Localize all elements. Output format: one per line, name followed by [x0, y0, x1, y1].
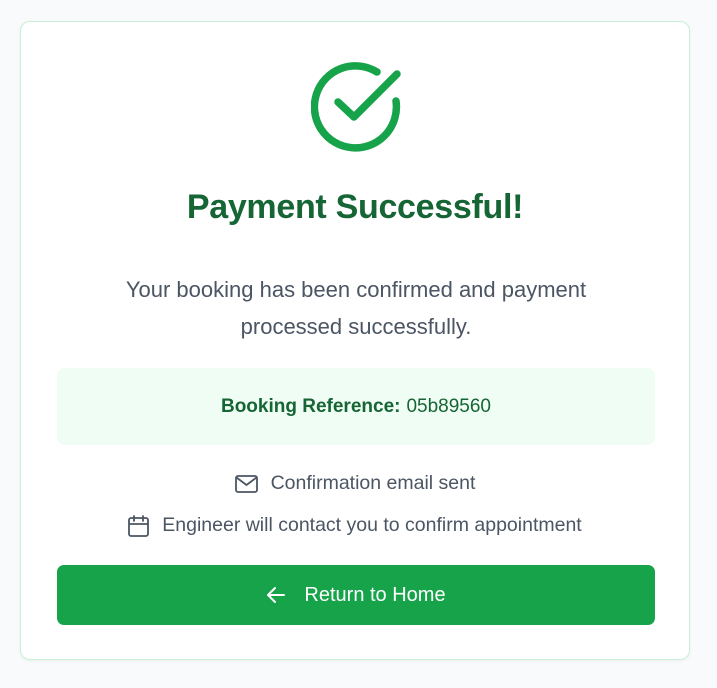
return-home-button[interactable]: Return to Home — [57, 565, 655, 625]
mail-icon — [234, 474, 258, 493]
calendar-icon — [128, 514, 150, 537]
confirmation-card: Payment Successful! Your booking has bee… — [20, 21, 690, 660]
engineer-contact-row: Engineer will contact you to confirm app… — [21, 514, 689, 537]
page-title: Payment Successful! — [186, 188, 524, 226]
booking-reference-box: Booking Reference: 05b89560 — [57, 368, 655, 445]
success-message: Your booking has been confirmed and paym… — [125, 277, 587, 339]
booking-reference-value: 05b89560 — [406, 395, 492, 417]
email-sent-row: Confirmation email sent — [21, 472, 689, 495]
booking-reference-label: Booking Reference: — [220, 395, 401, 417]
email-sent-text: Confirmation email sent — [270, 472, 476, 494]
return-home-label: Return to Home — [304, 583, 446, 606]
engineer-contact-text: Engineer will contact you to confirm app… — [162, 514, 582, 536]
check-circle-icon — [310, 61, 405, 155]
arrow-left-icon — [266, 586, 286, 604]
